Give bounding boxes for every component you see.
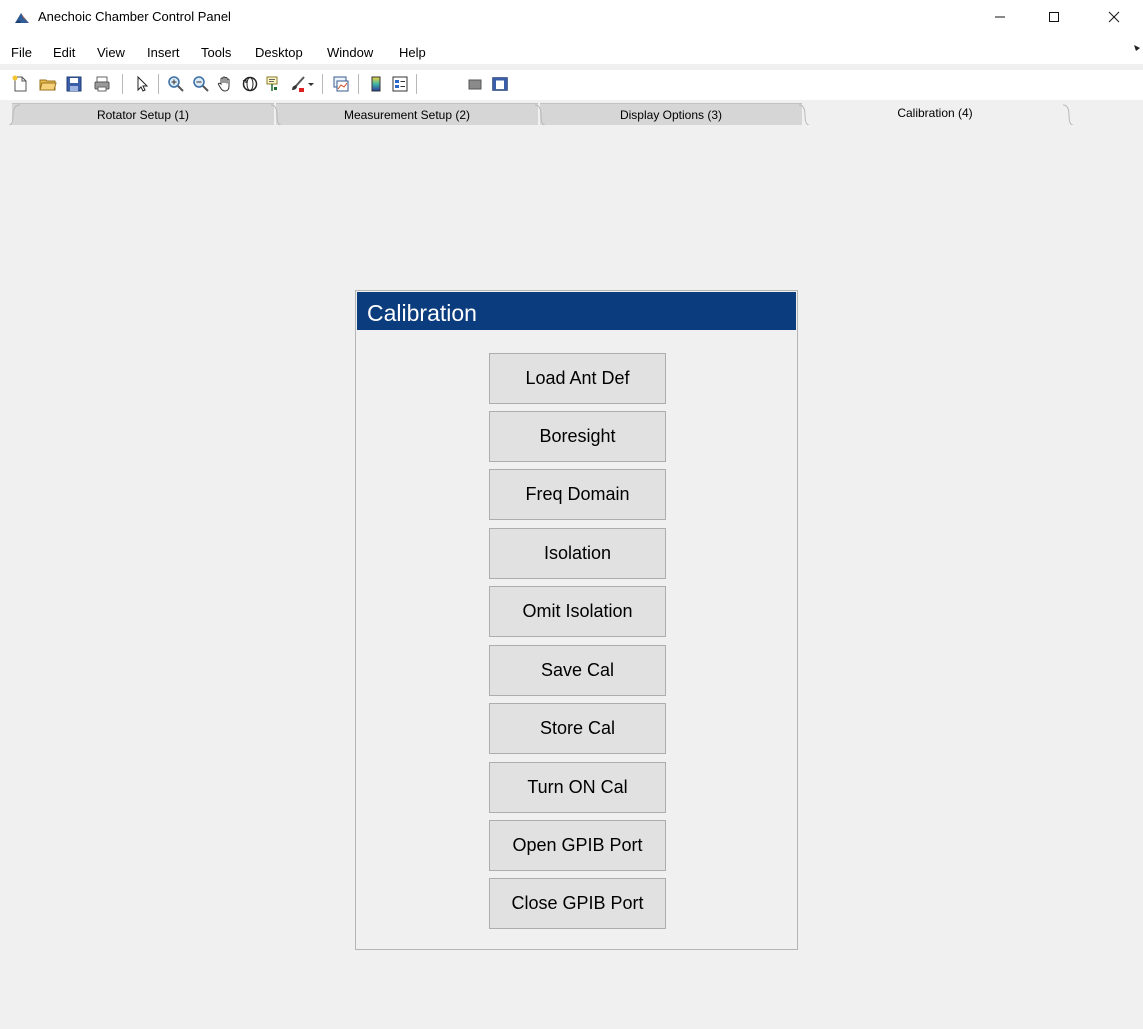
zoom-in-button[interactable] [165, 73, 187, 95]
menu-insert[interactable]: Insert [147, 45, 180, 60]
freq-domain-button[interactable]: Freq Domain [489, 469, 666, 520]
window-title: Anechoic Chamber Control Panel [38, 9, 231, 24]
open-file-icon [39, 79, 57, 91]
tab-label: Calibration (4) [897, 106, 973, 120]
isolation-button[interactable]: Isolation [489, 528, 666, 579]
data-cursor-button[interactable] [263, 73, 285, 95]
tab-edge [798, 104, 810, 125]
zoom-out-button[interactable] [190, 73, 212, 95]
menu-file[interactable]: File [11, 45, 32, 60]
tab-edge [1062, 104, 1074, 125]
title-bar: Anechoic Chamber Control Panel [0, 0, 1143, 34]
menu-edit[interactable]: Edit [53, 45, 75, 60]
load-ant-def-button[interactable]: Load Ant Def [489, 353, 666, 404]
pan-button[interactable] [214, 73, 236, 95]
link-plot-icon [333, 76, 349, 92]
pointer-icon [137, 75, 149, 92]
close-icon [1108, 11, 1120, 23]
toolbar-separator [122, 74, 123, 94]
brush-icon [292, 76, 305, 92]
calibration-panel: Calibration Load Ant Def Boresight Freq … [355, 290, 798, 950]
print-icon [94, 76, 110, 92]
tab-strip: Rotator Setup (1) Measurement Setup (2) … [0, 101, 1143, 125]
maximize-icon [1049, 12, 1059, 22]
panel-title: Calibration [357, 292, 796, 330]
tab-edge [270, 104, 282, 125]
close-button[interactable] [1091, 0, 1137, 34]
colorbar-button[interactable] [365, 73, 387, 95]
tab-label: Display Options (3) [619, 107, 723, 122]
pointer-button[interactable] [131, 73, 153, 95]
menu-view[interactable]: View [97, 45, 125, 60]
chevron-down-icon [308, 83, 314, 86]
rotate-3d-button[interactable] [239, 73, 261, 95]
print-button[interactable] [91, 73, 113, 95]
boresight-button[interactable]: Boresight [489, 411, 666, 462]
store-cal-button[interactable]: Store Cal [489, 703, 666, 754]
pan-hand-icon [217, 76, 230, 92]
zoom-out-icon [193, 76, 209, 92]
show-plot-tools-icon [492, 77, 508, 91]
colorbar-icon [371, 76, 381, 92]
link-plot-button[interactable] [330, 73, 352, 95]
legend-button[interactable] [389, 73, 411, 95]
turn-on-cal-button[interactable]: Turn ON Cal [489, 762, 666, 813]
matlab-logo-icon [14, 10, 30, 26]
dock-arrow-icon[interactable] [1133, 44, 1141, 52]
save-cal-button[interactable]: Save Cal [489, 645, 666, 696]
omit-isolation-button[interactable]: Omit Isolation [489, 586, 666, 637]
tab-edge [534, 104, 546, 125]
tab-calibration[interactable]: Calibration (4) [804, 101, 1066, 125]
tab-display-options[interactable]: Display Options (3) [540, 103, 802, 125]
save-icon [66, 76, 82, 92]
tab-label: Rotator Setup (1) [96, 107, 190, 122]
menu-help[interactable]: Help [399, 45, 426, 60]
toolbar-separator [322, 74, 323, 94]
menu-tools[interactable]: Tools [201, 45, 231, 60]
menu-desktop[interactable]: Desktop [255, 45, 303, 60]
hide-plot-tools-button[interactable] [464, 73, 486, 95]
menu-window[interactable]: Window [327, 45, 373, 60]
open-gpib-port-button[interactable]: Open GPIB Port [489, 820, 666, 871]
tab-rotator-setup[interactable]: Rotator Setup (1) [12, 103, 274, 125]
tab-label: Measurement Setup (2) [343, 107, 471, 122]
save-button[interactable] [63, 73, 85, 95]
open-file-button[interactable] [37, 73, 59, 95]
minimize-icon [995, 16, 1005, 18]
toolbar-separator [416, 74, 417, 94]
tab-measurement-setup[interactable]: Measurement Setup (2) [276, 103, 538, 125]
zoom-in-icon [168, 76, 184, 92]
toolbar [0, 70, 1143, 100]
data-cursor-icon [266, 76, 278, 91]
brush-dropdown-button[interactable] [306, 73, 316, 95]
toolbar-separator [158, 74, 159, 94]
rotate-3d-icon [242, 76, 258, 92]
menu-bar: File Edit View Insert Tools Desktop Wind… [0, 34, 1143, 64]
hide-plot-tools-icon [468, 79, 482, 90]
new-figure-icon [12, 75, 27, 92]
show-plot-tools-button[interactable] [489, 73, 511, 95]
new-figure-button[interactable] [9, 73, 31, 95]
maximize-button[interactable] [1031, 0, 1077, 34]
toolbar-separator [358, 74, 359, 94]
close-gpib-port-button[interactable]: Close GPIB Port [489, 878, 666, 929]
legend-icon [392, 76, 408, 92]
tab-edge [8, 104, 20, 125]
minimize-button[interactable] [977, 0, 1023, 34]
